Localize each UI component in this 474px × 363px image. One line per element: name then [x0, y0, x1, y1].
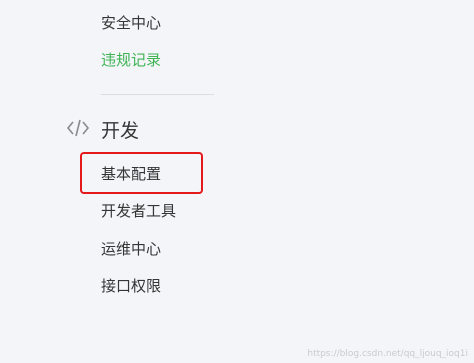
- menu-item-ops-center[interactable]: 运维中心: [101, 239, 161, 259]
- watermark-text: https://blog.csdn.net/qq_ljouq_ioq1i: [307, 349, 468, 359]
- menu-item-basic-config[interactable]: 基本配置: [101, 164, 161, 184]
- code-icon: [66, 118, 90, 138]
- menu-item-security-center[interactable]: 安全中心: [101, 13, 161, 33]
- menu-item-api-permissions[interactable]: 接口权限: [101, 276, 161, 296]
- menu-divider: [101, 94, 214, 95]
- section-title-dev: 开发: [101, 120, 140, 142]
- menu-item-developer-tools[interactable]: 开发者工具: [101, 201, 176, 221]
- menu-item-violation-records[interactable]: 违规记录: [101, 50, 161, 70]
- sidebar-menu: 安全中心 违规记录 开发 基本配置 开发者工具 运维中心 接口权限 https:…: [0, 0, 474, 363]
